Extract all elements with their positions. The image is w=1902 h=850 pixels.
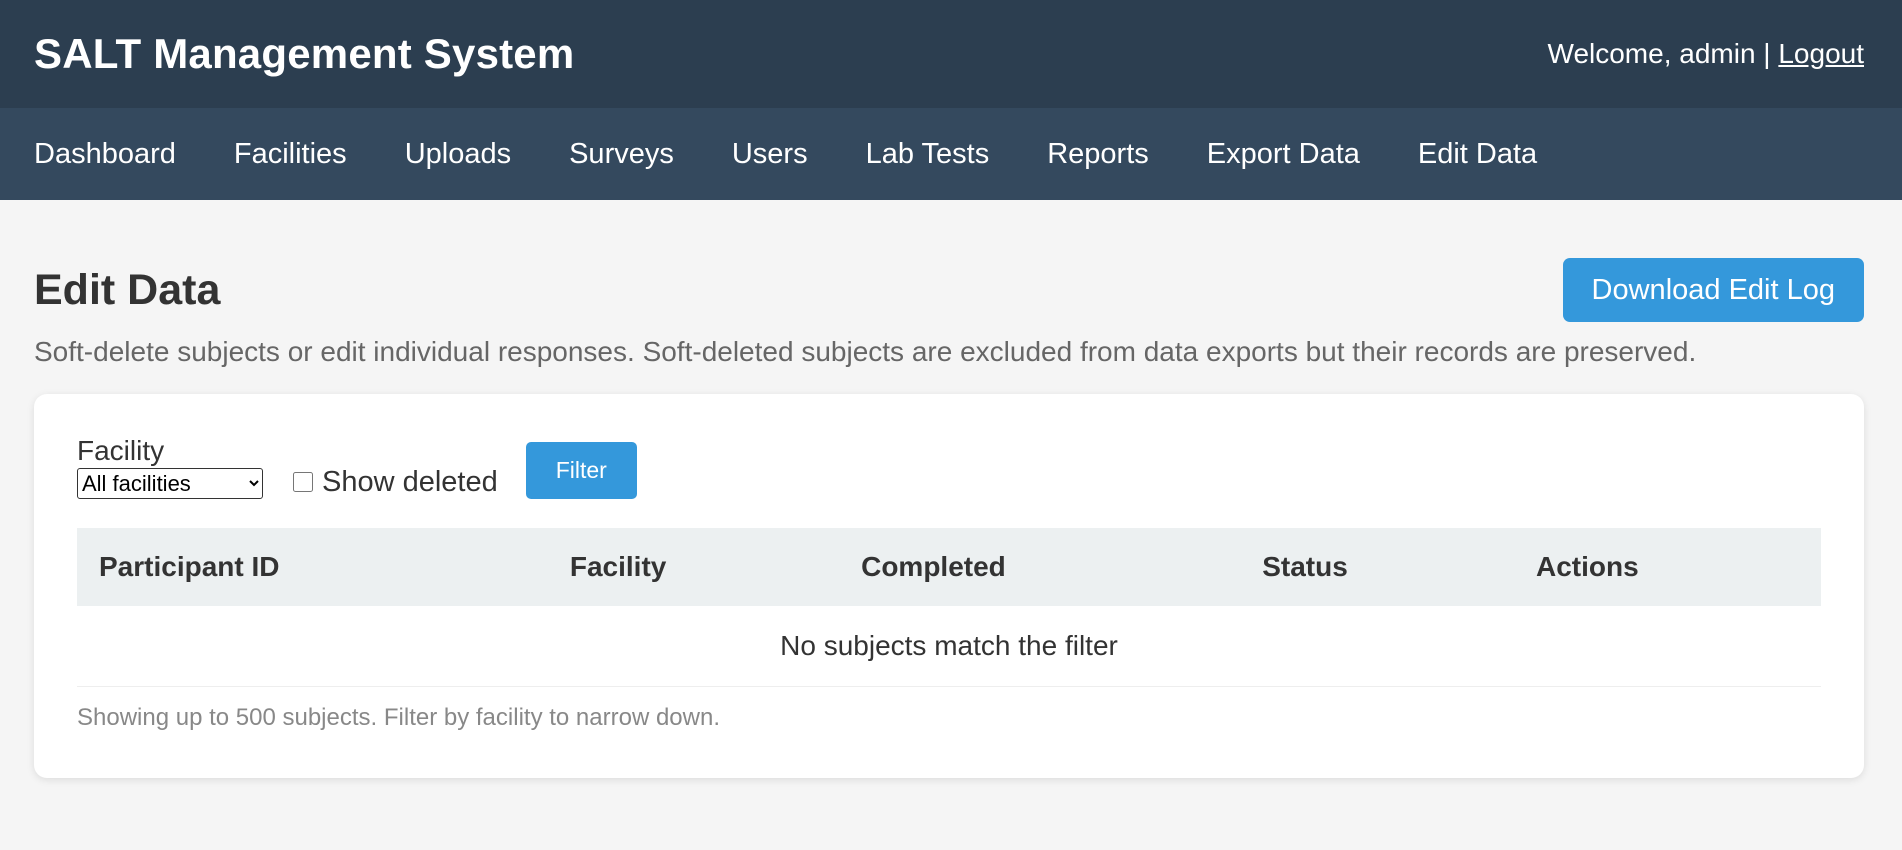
nav-item-uploads[interactable]: Uploads bbox=[405, 138, 511, 171]
app-title: SALT Management System bbox=[34, 30, 575, 77]
filter-bar: Facility All facilities Show deleted Fil… bbox=[77, 436, 1821, 499]
download-edit-log-button[interactable]: Download Edit Log bbox=[1562, 258, 1864, 322]
nav-item-surveys[interactable]: Surveys bbox=[569, 138, 674, 171]
table-header-row: Participant ID Facility Completed Status… bbox=[77, 528, 1821, 606]
col-completed[interactable]: Completed bbox=[839, 528, 1240, 606]
user-box: Welcome, admin | Logout bbox=[1548, 38, 1864, 70]
main-content: Edit Data Download Edit Log Soft-delete … bbox=[0, 258, 1902, 778]
facility-label: Facility bbox=[77, 435, 165, 466]
welcome-text: Welcome, admin | bbox=[1547, 38, 1771, 69]
main-nav: Dashboard Facilities Uploads Surveys Use… bbox=[0, 108, 1902, 200]
table-row: No subjects match the filter bbox=[77, 606, 1821, 687]
top-header: SALT Management System Welcome, admin | … bbox=[0, 0, 1902, 108]
facility-filter: Facility All facilities bbox=[77, 436, 263, 499]
col-status[interactable]: Status bbox=[1240, 528, 1514, 606]
facility-select[interactable]: All facilities bbox=[77, 468, 263, 499]
col-participant-id[interactable]: Participant ID bbox=[77, 528, 548, 606]
filter-button[interactable]: Filter bbox=[525, 442, 637, 499]
show-deleted-toggle: Show deleted bbox=[293, 465, 498, 499]
empty-message: No subjects match the filter bbox=[77, 606, 1821, 687]
table-footnote: Showing up to 500 subjects. Filter by fa… bbox=[77, 704, 720, 731]
page-subtitle: Soft-delete subjects or edit individual … bbox=[34, 336, 1697, 367]
nav-item-lab-tests[interactable]: Lab Tests bbox=[866, 138, 990, 171]
nav-item-facilities[interactable]: Facilities bbox=[234, 138, 347, 171]
show-deleted-label: Show deleted bbox=[322, 465, 498, 498]
col-actions: Actions bbox=[1536, 551, 1639, 582]
col-facility[interactable]: Facility bbox=[548, 528, 839, 606]
subjects-card: Facility All facilities Show deleted Fil… bbox=[34, 394, 1864, 778]
nav-item-edit-data[interactable]: Edit Data bbox=[1418, 138, 1537, 171]
logout-link[interactable]: Logout bbox=[1778, 38, 1864, 69]
show-deleted-checkbox[interactable] bbox=[293, 472, 313, 492]
nav-item-reports[interactable]: Reports bbox=[1047, 138, 1149, 171]
nav-item-export-data[interactable]: Export Data bbox=[1207, 138, 1360, 171]
nav-item-users[interactable]: Users bbox=[732, 138, 808, 171]
page-header: Edit Data Download Edit Log bbox=[34, 258, 1864, 322]
nav-item-dashboard[interactable]: Dashboard bbox=[34, 138, 176, 171]
page-title: Edit Data bbox=[34, 265, 221, 314]
subjects-table: Participant ID Facility Completed Status… bbox=[77, 528, 1821, 687]
